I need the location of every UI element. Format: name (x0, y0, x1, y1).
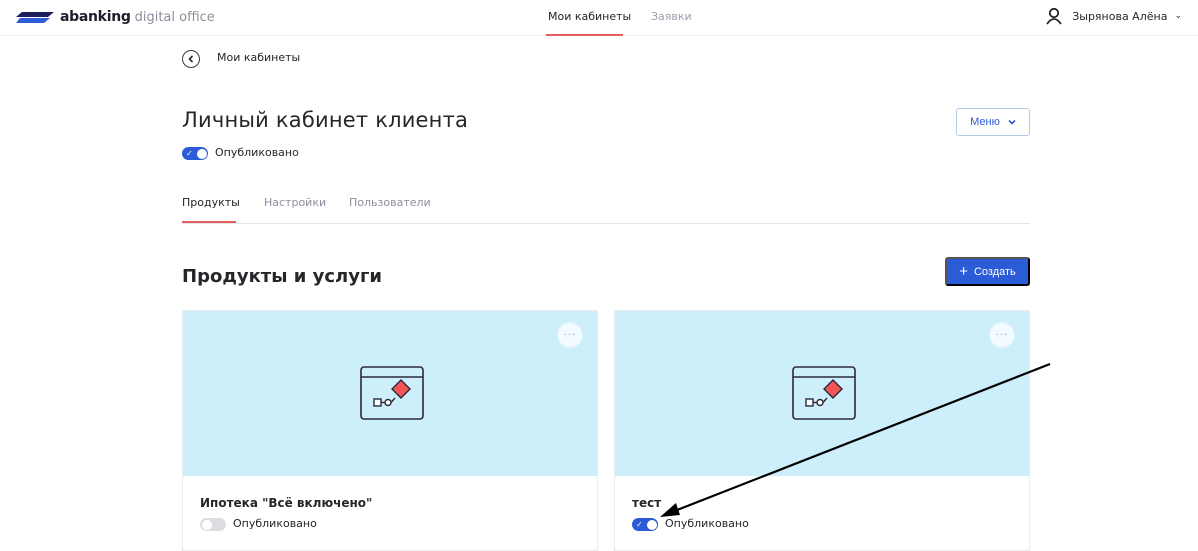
check-icon: ✓ (636, 520, 643, 529)
check-icon: ✓ (186, 149, 193, 158)
more-icon: ··· (995, 329, 1009, 341)
user-name: Зырянова Алёна (1072, 9, 1168, 23)
chevron-down-icon: ⌄ (1174, 11, 1182, 21)
toggle-knob (196, 148, 207, 159)
card-published-label: Опубликовано (233, 517, 317, 530)
create-button-label: Создать (973, 265, 1016, 278)
user-icon (1046, 7, 1062, 25)
nav-active-indicator (546, 34, 623, 36)
more-options-button[interactable]: ··· (989, 322, 1015, 348)
back-button[interactable] (182, 50, 200, 68)
process-illustration-icon (360, 366, 424, 420)
more-icon: ··· (563, 329, 577, 341)
page-published-label: Опубликовано (215, 146, 299, 159)
chevron-down-icon (1008, 119, 1016, 125)
nav-my-cabinets[interactable]: Мои кабинеты (548, 10, 631, 23)
toggle-knob (201, 519, 212, 530)
card-title: тест (632, 496, 662, 510)
menu-button[interactable]: Меню (956, 108, 1030, 136)
plus-icon: + (959, 263, 968, 280)
main-nav: Мои кабинеты Заявки (0, 0, 1198, 36)
tab-products[interactable]: Продукты (182, 196, 240, 209)
breadcrumb-link[interactable]: Мои кабинеты (217, 51, 300, 64)
menu-button-label: Меню (970, 116, 1000, 128)
tabs: Продукты Настройки Пользователи (182, 190, 1030, 224)
section-title: Продукты и услуги (182, 266, 382, 287)
card-cover: ··· (183, 311, 597, 476)
back-arrow-icon (188, 55, 194, 63)
page-published-toggle[interactable]: ✓ (182, 147, 208, 160)
card-published-toggle[interactable]: ✓ (632, 518, 658, 531)
card-title: Ипотека "Всё включено" (200, 496, 373, 510)
card-published-toggle[interactable] (200, 518, 226, 531)
tab-users[interactable]: Пользователи (349, 196, 431, 209)
toggle-knob (646, 519, 657, 530)
more-options-button[interactable]: ··· (557, 322, 583, 348)
create-button[interactable]: + Создать (945, 257, 1030, 286)
card-published-label: Опубликовано (665, 517, 749, 530)
product-card[interactable]: ··· тест ✓ Опубликовано (614, 310, 1030, 551)
page-title: Личный кабинет клиента (182, 108, 469, 132)
tab-settings[interactable]: Настройки (264, 196, 326, 209)
tab-active-indicator (182, 221, 236, 223)
nav-requests[interactable]: Заявки (651, 10, 692, 23)
user-menu[interactable]: Зырянова Алёна ⌄ (1046, 7, 1182, 25)
process-illustration-icon (792, 366, 856, 420)
card-cover: ··· (615, 311, 1029, 476)
top-bar: abanking digital office Мои кабинеты Зая… (0, 0, 1198, 36)
product-card[interactable]: ··· Ипотека "Всё включено" Опубликовано (182, 310, 598, 551)
